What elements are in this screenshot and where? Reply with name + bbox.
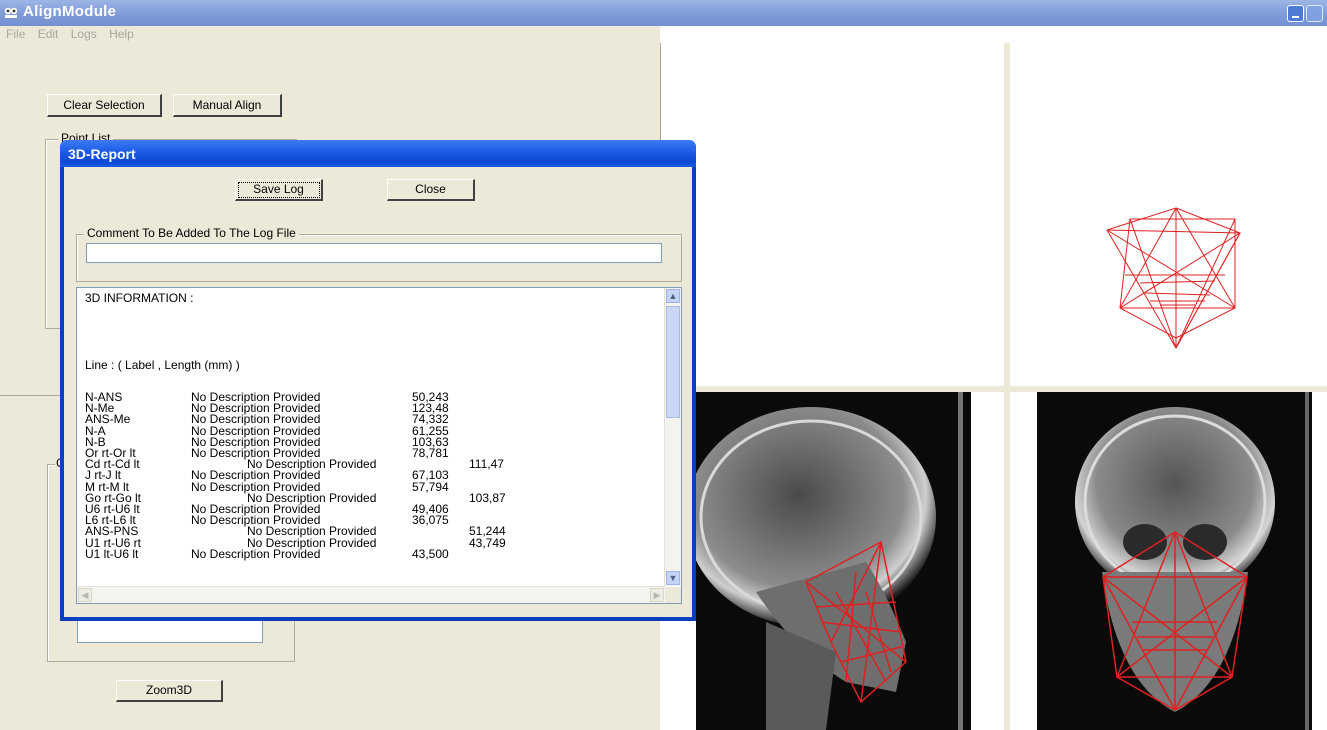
view-top-right[interactable] bbox=[1010, 43, 1327, 386]
row-length: 111,47 bbox=[469, 457, 504, 472]
menu-logs[interactable]: Logs bbox=[71, 27, 97, 41]
info-heading: 3D INFORMATION : bbox=[85, 291, 194, 305]
row-length: 43,500 bbox=[412, 546, 449, 561]
scrollbar-corner bbox=[665, 587, 681, 603]
report-dialog: 3D-Report Save Log Close Comment To Be A… bbox=[60, 140, 696, 621]
window-title-bar[interactable]: AlignModule bbox=[0, 0, 1327, 26]
maximize-button[interactable] bbox=[1306, 5, 1323, 22]
scroll-down-icon[interactable]: ▼ bbox=[666, 571, 680, 585]
app-icon bbox=[4, 7, 18, 18]
menu-edit[interactable]: Edit bbox=[38, 27, 59, 41]
frontal-ceph-image bbox=[1075, 392, 1309, 730]
close-button[interactable]: Close bbox=[387, 179, 475, 201]
row-length: 36,075 bbox=[412, 513, 449, 528]
scroll-right-icon[interactable]: ▶ bbox=[650, 588, 664, 602]
report-dialog-title: 3D-Report bbox=[68, 146, 136, 162]
clear-selection-button[interactable]: Clear Selection bbox=[47, 94, 162, 117]
scroll-left-icon[interactable]: ◀ bbox=[78, 588, 92, 602]
menu-file[interactable]: File bbox=[6, 27, 25, 41]
scroll-thumb[interactable] bbox=[666, 306, 680, 418]
report-dialog-title-bar[interactable]: 3D-Report bbox=[60, 140, 696, 167]
manual-align-button[interactable]: Manual Align bbox=[173, 94, 282, 117]
frontal-xray bbox=[1037, 392, 1312, 730]
comment-group-label: Comment To Be Added To The Log File bbox=[84, 226, 299, 240]
report-text-area[interactable]: 3D INFORMATION : Line : ( Label , Length… bbox=[76, 287, 682, 604]
scroll-up-icon[interactable]: ▲ bbox=[666, 289, 680, 303]
line-header: Line : ( Label , Length (mm) ) bbox=[85, 358, 240, 372]
report-vertical-scrollbar[interactable]: ▲ ▼ bbox=[664, 288, 681, 586]
menu-help[interactable]: Help bbox=[109, 27, 134, 41]
row-length: 78,781 bbox=[412, 446, 449, 460]
comment-input[interactable] bbox=[86, 243, 662, 263]
view-bottom-right[interactable] bbox=[1010, 392, 1327, 730]
window-title: AlignModule bbox=[23, 3, 117, 20]
report-horizontal-scrollbar[interactable]: ◀ ▶ bbox=[77, 586, 665, 603]
view-bottom-left[interactable] bbox=[660, 392, 1004, 730]
row-length: 57,794 bbox=[412, 479, 449, 494]
landmark-wireframe-3d bbox=[1106, 207, 1241, 350]
report-dialog-body: Save Log Close Comment To Be Added To Th… bbox=[64, 167, 692, 617]
minimize-button[interactable] bbox=[1287, 5, 1304, 22]
row-label: U1 lt-U6 lt bbox=[85, 546, 139, 561]
save-log-button[interactable]: Save Log bbox=[235, 179, 323, 201]
lateral-xray bbox=[686, 392, 971, 730]
view-top-left[interactable] bbox=[660, 43, 1005, 386]
row-length: 43,749 bbox=[469, 535, 506, 550]
lower-group-input[interactable] bbox=[77, 619, 263, 643]
row-length: 103,87 bbox=[469, 490, 506, 505]
menu-bar: File Edit Logs Help bbox=[0, 26, 660, 43]
row-description: No Description Provided bbox=[191, 546, 321, 561]
lateral-ceph-image bbox=[686, 392, 963, 730]
zoom3d-button[interactable]: Zoom3D bbox=[116, 680, 223, 702]
